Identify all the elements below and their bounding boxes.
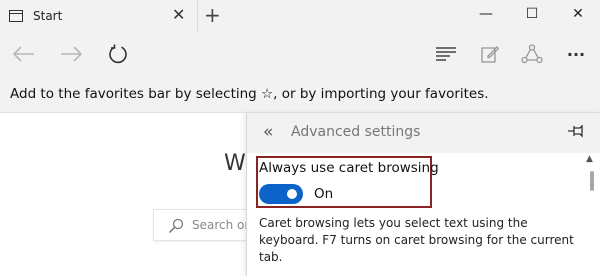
page-search-box[interactable]: Search or <box>153 209 253 241</box>
advanced-settings-panel: « Advanced settings Always use caret bro… <box>246 113 600 276</box>
back-icon <box>13 46 34 62</box>
close-window-button[interactable]: ✕ <box>568 5 588 23</box>
panel-body: Always use caret browsing On Caret brows… <box>247 153 600 276</box>
refresh-icon <box>109 44 127 64</box>
favorites-bar-hint: Add to the favorites bar by selecting ☆,… <box>10 86 489 102</box>
refresh-button[interactable] <box>104 33 132 75</box>
share-icon <box>521 44 543 64</box>
tab-page-icon <box>9 10 23 22</box>
tab-strip: Start ✕ + — ☐ ✕ <box>0 0 600 33</box>
panel-scrollbar[interactable]: ▲ <box>584 153 600 276</box>
navigation-bar: ··· <box>0 33 600 75</box>
pin-icon[interactable] <box>567 123 585 139</box>
toggle-knob <box>287 189 297 199</box>
tab-title: Start <box>33 9 63 23</box>
scroll-up-icon[interactable]: ▲ <box>586 154 593 164</box>
forward-icon <box>61 46 82 62</box>
web-note-button[interactable] <box>476 33 504 75</box>
toggle-state-label: On <box>314 186 334 202</box>
hub-icon <box>436 47 456 61</box>
new-tab-button[interactable]: + <box>204 4 221 26</box>
search-icon <box>168 218 184 234</box>
share-button[interactable] <box>518 33 546 75</box>
back-button[interactable] <box>10 33 38 75</box>
more-icon: ··· <box>566 44 586 64</box>
hub-button[interactable] <box>432 33 460 75</box>
maximize-button[interactable]: ☐ <box>522 5 542 23</box>
panel-header: « Advanced settings <box>247 113 600 153</box>
panel-title: Advanced settings <box>291 124 421 140</box>
tab-close-button[interactable]: ✕ <box>172 7 185 23</box>
scroll-thumb[interactable] <box>590 171 594 191</box>
back-to-settings-button[interactable]: « <box>263 122 273 142</box>
tab-start[interactable]: Start ✕ <box>0 0 198 33</box>
page-heading: W <box>224 151 246 176</box>
favorites-bar: Add to the favorites bar by selecting ☆,… <box>0 75 600 113</box>
search-placeholder: Search or <box>192 218 250 232</box>
more-button[interactable]: ··· <box>562 33 590 75</box>
caret-browsing-label: Always use caret browsing <box>259 160 439 176</box>
web-note-icon <box>481 46 499 63</box>
forward-button[interactable] <box>57 33 85 75</box>
minimize-button[interactable]: — <box>476 5 496 23</box>
caret-browsing-description: Caret browsing lets you select text usin… <box>259 216 574 264</box>
caret-browsing-toggle[interactable] <box>259 184 303 204</box>
